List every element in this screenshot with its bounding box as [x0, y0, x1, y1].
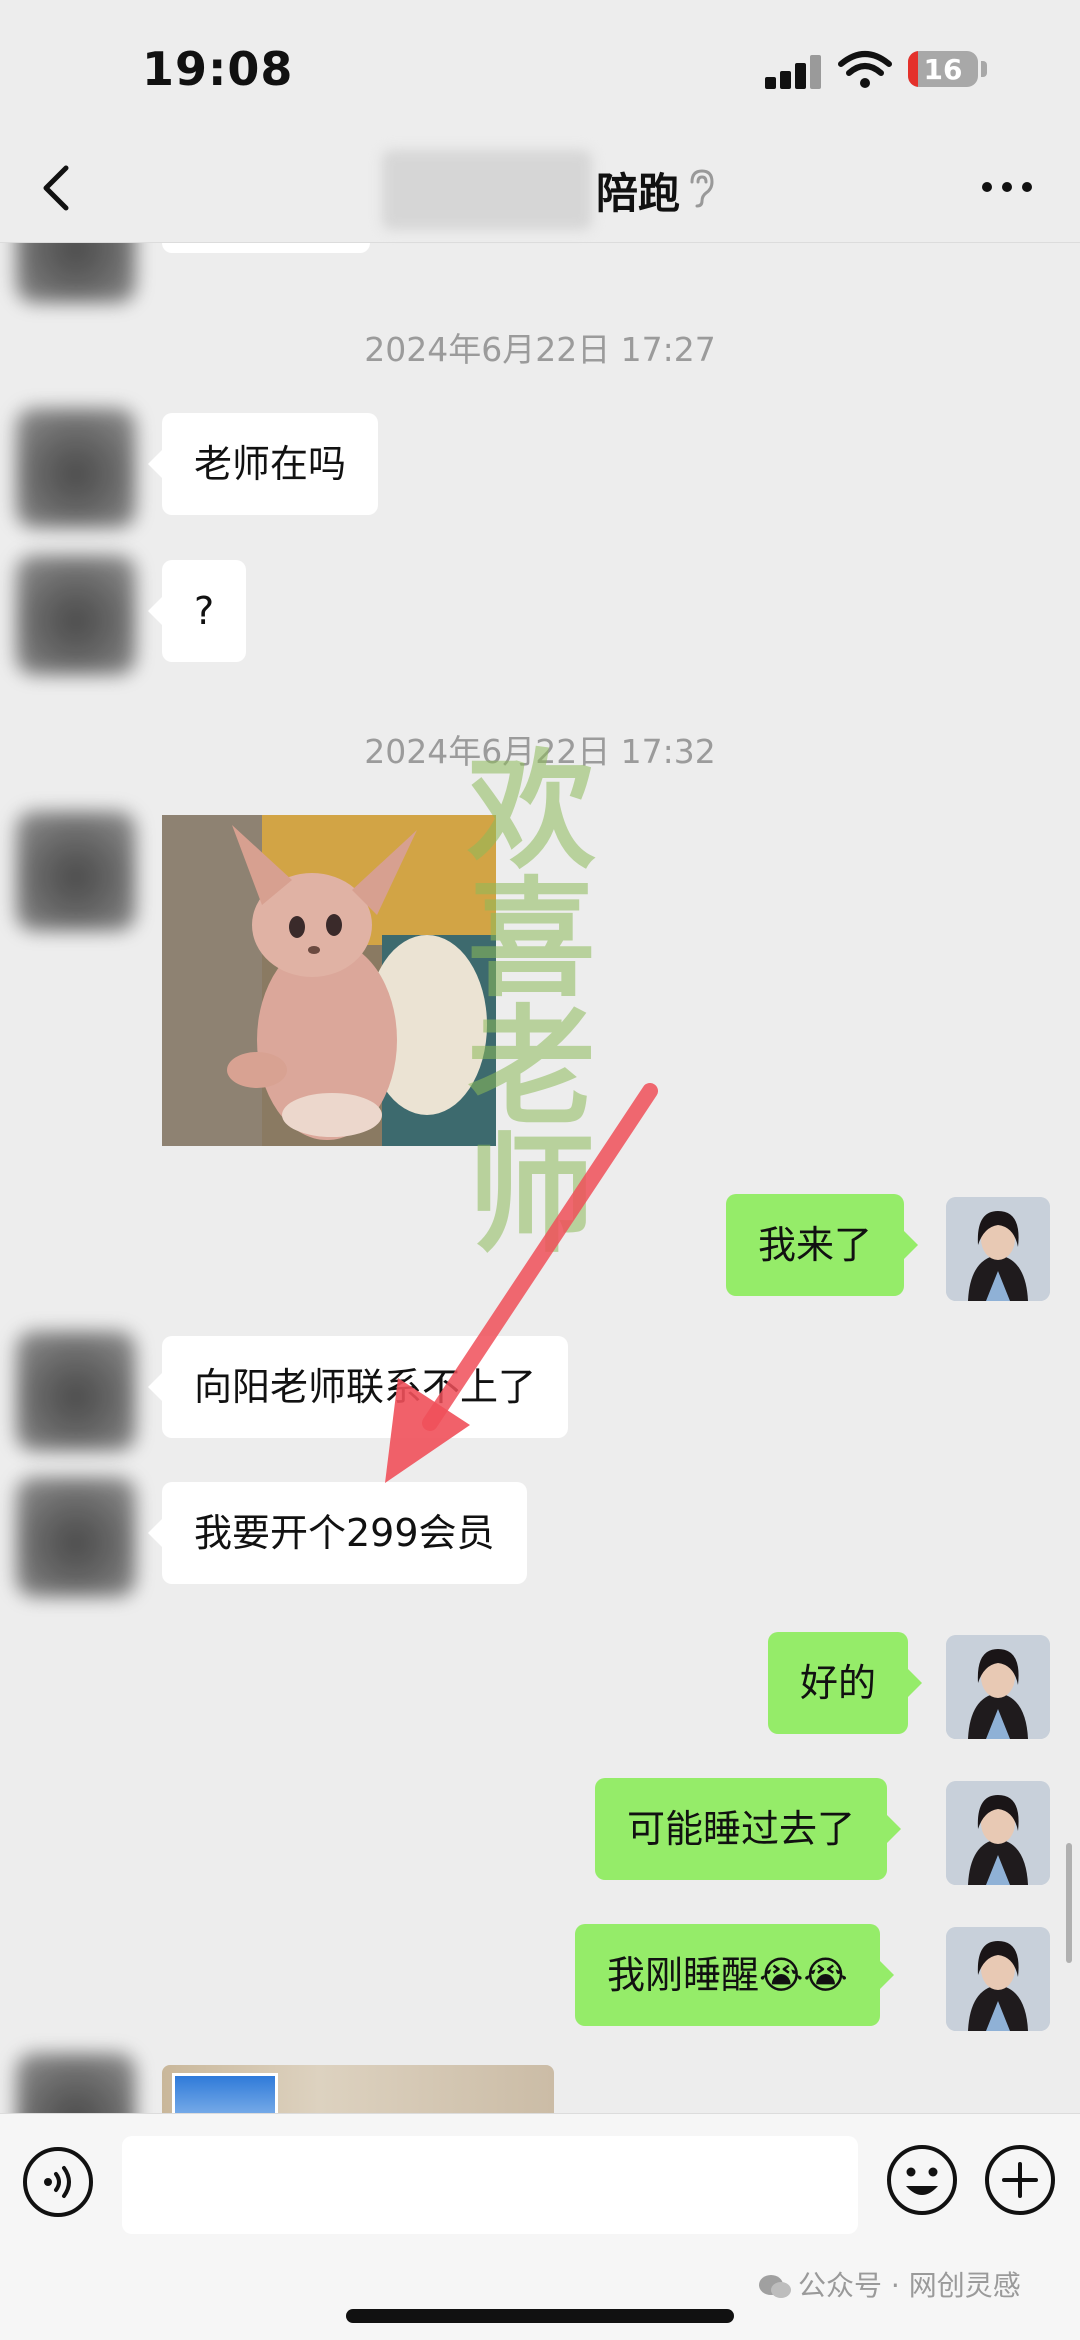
message-bubble-sent[interactable]: 可能睡过去了 — [595, 1778, 902, 1880]
contact-avatar[interactable] — [16, 555, 136, 675]
message-bubble-received[interactable]: ? — [147, 560, 247, 662]
contact-avatar[interactable] — [16, 408, 136, 528]
contact-avatar[interactable] — [16, 1477, 136, 1597]
status-bar: 19:08 16 — [0, 0, 1080, 140]
plus-icon[interactable] — [982, 2142, 1058, 2218]
self-avatar[interactable] — [946, 1197, 1050, 1301]
chat-title: 陪跑 — [596, 169, 681, 218]
image-message-partial[interactable] — [162, 2065, 554, 2113]
battery-cap — [981, 61, 987, 77]
battery-indicator: 16 — [908, 51, 978, 87]
status-time: 19:08 — [142, 42, 294, 96]
contact-avatar[interactable] — [16, 2053, 136, 2113]
message-list[interactable]: 2024年6月22日 17:27 老师在吗 ? 2024年6月22日 17:32… — [0, 243, 1080, 2113]
self-avatar[interactable] — [946, 1635, 1050, 1739]
earpiece-mode-icon — [690, 169, 714, 208]
image-thumbnail — [172, 2073, 278, 2113]
message-input[interactable] — [122, 2136, 858, 2234]
input-bar: 公众号 · 网创灵感 — [0, 2113, 1080, 2340]
voice-input-icon[interactable] — [20, 2144, 96, 2220]
contact-name-blurred — [382, 150, 592, 230]
message-bubble-received[interactable]: 向阳老师联系不上了 — [147, 1336, 569, 1438]
watermark-text: 欢喜老师 — [445, 743, 595, 1255]
contact-avatar[interactable] — [16, 811, 136, 931]
overlay-watermark: 欢喜老师 — [420, 743, 600, 1311]
home-indicator[interactable] — [346, 2309, 734, 2323]
contact-avatar[interactable] — [16, 243, 136, 303]
message-bubble-sent[interactable]: 好的 — [768, 1632, 923, 1734]
back-arrow-icon[interactable] — [28, 158, 88, 218]
message-bubble-received[interactable]: 我要开个299会员 — [148, 1482, 527, 1584]
self-avatar[interactable] — [946, 1781, 1050, 1885]
emoji-icon[interactable] — [884, 2142, 960, 2218]
cellular-signal-icon — [765, 55, 823, 89]
more-options-icon[interactable] — [980, 178, 1036, 198]
self-avatar[interactable] — [946, 1927, 1050, 2031]
footer-watermark: 公众号 · 网创灵感 — [758, 2264, 1021, 2304]
message-bubble-sent[interactable]: 我来了 — [726, 1194, 919, 1296]
footer-watermark-text: 公众号 · 网创灵感 — [798, 2269, 1021, 2302]
battery-level: 16 — [923, 53, 963, 86]
message-timestamp: 2024年6月22日 17:27 — [364, 330, 716, 369]
message-bubble-sent[interactable]: 我刚睡醒😭😭 — [575, 1924, 894, 2026]
contact-avatar[interactable] — [16, 1331, 136, 1451]
chat-header: 陪跑 — [0, 140, 1080, 243]
message-bubble-received[interactable]: 老师在吗 — [147, 413, 379, 515]
wechat-logo-icon — [759, 2275, 791, 2298]
previous-message-bubble — [162, 243, 370, 253]
wifi-icon — [838, 51, 892, 88]
scroll-indicator[interactable] — [1066, 1843, 1072, 1963]
